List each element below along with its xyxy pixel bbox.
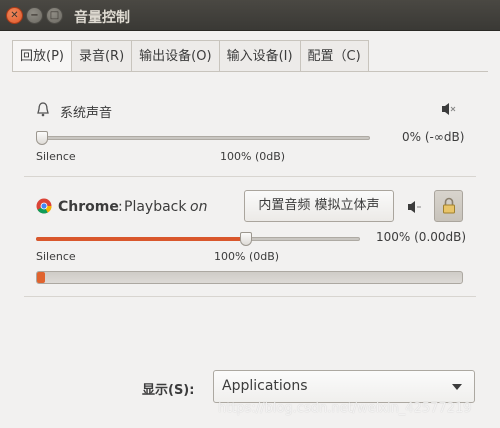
peak-level-fill (37, 272, 45, 283)
tab-input-devices[interactable]: 输入设备(I) (219, 40, 301, 72)
hundred-percent-label: 100% (0dB) (214, 250, 280, 263)
show-filter-dropdown[interactable]: Applications (213, 370, 475, 403)
title-bar: ✕ − □ 音量控制 (0, 0, 500, 31)
maximize-window-button[interactable]: □ (46, 7, 63, 24)
tab-playback[interactable]: 回放(P) (12, 40, 72, 72)
lock-channels-button[interactable] (434, 190, 463, 222)
lock-icon (442, 197, 455, 214)
window-title: 音量控制 (74, 10, 130, 26)
stream-state: on (190, 199, 208, 215)
tab-output-devices[interactable]: 输出设备(O) (132, 40, 220, 72)
minimize-window-button[interactable]: − (26, 7, 43, 24)
silence-label: Silence (36, 250, 76, 263)
chrome-volume-knob[interactable] (240, 232, 252, 246)
tab-recording[interactable]: 录音(R) (71, 40, 133, 72)
system-sound-mute-icon[interactable] (440, 101, 458, 117)
show-label: 显示(S): (142, 383, 195, 398)
hundred-percent-label: 100% (0dB) (220, 150, 286, 163)
chrome-icon (36, 198, 52, 214)
separator (24, 296, 476, 297)
separator (24, 176, 476, 177)
output-device-button[interactable]: 内置音频 模拟立体声 (244, 190, 394, 222)
close-window-button[interactable]: ✕ (6, 7, 23, 24)
watermark: https://blog.csdn.net/weixin_42577219 (218, 401, 472, 416)
chrome-volume-slider[interactable] (36, 237, 360, 241)
stream-name: Playback (124, 199, 187, 215)
maximize-icon: □ (49, 10, 60, 21)
system-sound-volume-value: 0% (-∞dB) (402, 130, 465, 144)
chevron-down-icon (452, 384, 462, 390)
close-icon: ✕ (10, 10, 19, 21)
chrome-volume-value: 100% (0.00dB) (376, 230, 467, 244)
silence-label: Silence (36, 150, 76, 163)
peak-level-meter (36, 271, 463, 284)
system-sound-volume-knob[interactable] (36, 131, 48, 145)
system-sound-label: 系统声音 (60, 106, 113, 121)
system-sound-volume-slider[interactable] (36, 136, 370, 140)
tab-configuration[interactable]: 配置（C) (300, 40, 369, 72)
show-filter-value: Applications (222, 378, 308, 394)
minimize-icon: − (30, 10, 39, 21)
stream-app-name: Chrome (58, 199, 119, 215)
stream-separator: : (118, 199, 123, 215)
speaker-icon[interactable] (406, 199, 424, 215)
bell-icon (37, 102, 49, 117)
tab-bar: 回放(P) 录音(R) 输出设备(O) 输入设备(I) 配置（C) (12, 40, 369, 72)
